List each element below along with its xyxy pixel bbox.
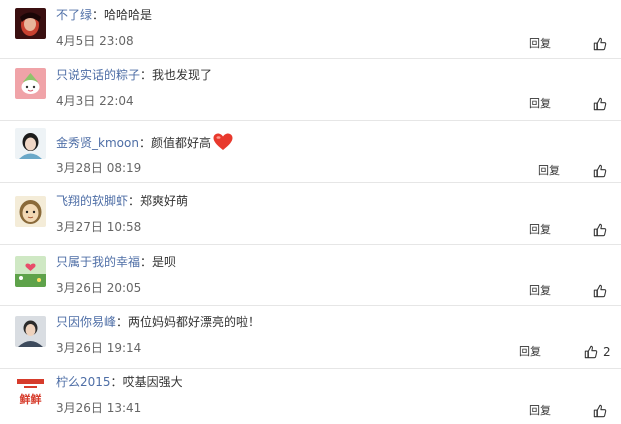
username-link[interactable]: 金秀贤_kmoon	[56, 136, 139, 150]
avatar-image: 鲜鲜	[15, 377, 46, 408]
comment-item: 鲜鲜 柠么2015：哎基因强大 3月26日 13:41 回复	[0, 368, 621, 424]
comment-text: 柠么2015：哎基因强大	[56, 374, 183, 390]
thumbs-up-icon	[593, 37, 607, 51]
avatar-image	[15, 196, 46, 227]
comment-item: 只说实话的粽子：我也发现了 4月3日 22:04 回复	[0, 58, 621, 120]
username-link[interactable]: 只属于我的幸福	[56, 255, 140, 269]
comment-content: 颜值都好高	[150, 136, 211, 150]
comment-text: 金秀贤_kmoon：颜值都好高	[56, 133, 233, 151]
timestamp: 3月28日 08:19	[56, 161, 142, 175]
avatar[interactable]	[15, 128, 46, 159]
like-button[interactable]	[593, 282, 612, 300]
comment-text: 只因你易峰：两位妈妈都好漂亮的啦！	[56, 314, 260, 330]
avatar[interactable]	[15, 316, 46, 347]
comment-content: 是呗	[152, 255, 177, 269]
comment-content: 两位妈妈都好漂亮的啦！	[128, 315, 261, 329]
comment-list: 不了绿：哈哈哈是 4月5日 23:08 回复 只说实话的粽子：我也发现了 4月3…	[0, 0, 621, 424]
username-link[interactable]: 飞翔的软脚虾	[56, 194, 128, 208]
reply-button[interactable]: 回复	[519, 345, 541, 359]
reply-button[interactable]: 回复	[529, 37, 551, 51]
thumbs-up-icon	[593, 97, 607, 111]
username-link[interactable]: 柠么2015	[56, 375, 111, 389]
comment-item: 金秀贤_kmoon：颜值都好高 3月28日 08:19 回复	[0, 120, 621, 182]
timestamp: 3月26日 13:41	[56, 401, 142, 415]
reply-button[interactable]: 回复	[529, 97, 551, 111]
timestamp: 3月27日 10:58	[56, 220, 142, 234]
avatar-image	[15, 316, 46, 347]
thumbs-up-icon	[593, 284, 607, 298]
avatar[interactable]	[15, 256, 46, 287]
comment-item: 不了绿：哈哈哈是 4月5日 23:08 回复	[0, 0, 621, 62]
timestamp: 3月26日 19:14	[56, 341, 142, 355]
comment-content: 哈哈哈是	[104, 8, 153, 22]
reply-button[interactable]: 回复	[529, 223, 551, 237]
colon: ：	[116, 315, 129, 329]
reply-button[interactable]: 回复	[538, 164, 560, 178]
username-link[interactable]: 只说实话的粽子	[56, 68, 140, 82]
heart-emoji-icon	[213, 133, 233, 150]
comment-content: 哎基因强大	[122, 375, 183, 389]
comment-text: 不了绿：哈哈哈是	[56, 7, 152, 23]
avatar[interactable]: 鲜鲜	[15, 377, 46, 408]
like-button[interactable]	[593, 402, 612, 420]
reply-button[interactable]: 回复	[529, 404, 551, 418]
comment-content: 郑爽好萌	[140, 194, 189, 208]
timestamp: 4月5日 23:08	[56, 34, 134, 48]
comment-text: 飞翔的软脚虾：郑爽好萌	[56, 193, 188, 209]
avatar[interactable]	[15, 196, 46, 227]
comment-text: 只属于我的幸福：是呗	[56, 254, 176, 270]
username-link[interactable]: 只因你易峰	[56, 315, 116, 329]
timestamp: 3月26日 20:05	[56, 281, 142, 295]
thumbs-up-icon	[593, 164, 607, 178]
thumbs-up-icon	[593, 223, 607, 237]
comment-item: 只属于我的幸福：是呗 3月26日 20:05 回复	[0, 244, 621, 305]
avatar-image	[15, 68, 46, 99]
colon: ：	[128, 194, 141, 208]
comment-item: 飞翔的软脚虾：郑爽好萌 3月27日 10:58 回复	[0, 182, 621, 244]
like-button[interactable]	[593, 221, 612, 239]
thumbs-up-icon	[593, 404, 607, 418]
avatar-image	[15, 8, 46, 39]
thumbs-up-icon	[584, 345, 598, 359]
like-button[interactable]	[593, 35, 612, 53]
like-button[interactable]: 2	[584, 343, 611, 361]
colon: ：	[138, 136, 151, 150]
reply-button[interactable]: 回复	[529, 284, 551, 298]
colon: ：	[110, 375, 123, 389]
avatar[interactable]	[15, 68, 46, 99]
comment-text: 只说实话的粽子：我也发现了	[56, 67, 212, 83]
like-count: 2	[603, 345, 611, 359]
like-button[interactable]	[593, 95, 612, 113]
comment-content: 我也发现了	[152, 68, 213, 82]
like-button[interactable]	[593, 162, 612, 180]
avatar-image	[15, 128, 46, 159]
timestamp: 4月3日 22:04	[56, 94, 134, 108]
username-link[interactable]: 不了绿	[56, 8, 92, 22]
colon: ：	[140, 255, 153, 269]
avatar-logo-text: 鲜鲜	[20, 392, 42, 406]
colon: ：	[140, 68, 153, 82]
colon: ：	[92, 8, 105, 22]
avatar[interactable]	[15, 8, 46, 39]
avatar-image	[15, 256, 46, 287]
comment-item: 只因你易峰：两位妈妈都好漂亮的啦！ 3月26日 19:14 回复 2	[0, 305, 621, 368]
